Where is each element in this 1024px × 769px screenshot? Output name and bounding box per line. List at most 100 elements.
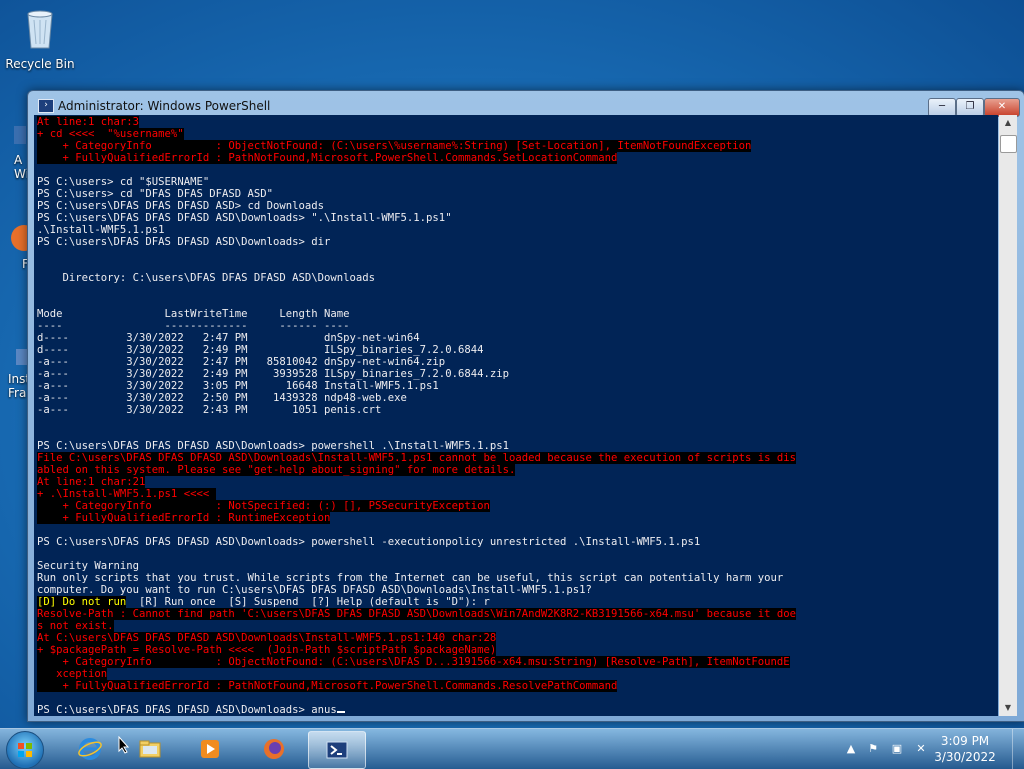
- console-error-text: + $packagePath = Resolve-Path <<<< (Join…: [37, 644, 497, 656]
- console-text-span: PS C:\users\DFAS DFAS DFASD ASD\Download…: [37, 536, 701, 548]
- console-line: PS C:\users\DFAS DFAS DFASD ASD\Download…: [37, 440, 995, 452]
- console-text-span: [R] Run once [S] Suspend [?] Help (defau…: [126, 596, 490, 608]
- console-error-text: + CategoryInfo : ObjectNotFound: (C:\use…: [37, 656, 790, 668]
- installer-icon: [16, 349, 30, 365]
- folder-icon: [139, 740, 161, 758]
- taskbar-button-internet-explorer[interactable]: [62, 731, 118, 767]
- console-text-span: [37, 284, 43, 296]
- console-text-span: d---- 3/30/2022 2:47 PM dnSpy-net-win64: [37, 332, 420, 344]
- console-line: Run only scripts that you trust. While s…: [37, 572, 995, 584]
- desktop-icon-recycle-bin[interactable]: Recycle Bin: [0, 6, 80, 71]
- console-error-text: At line:1 char:3: [37, 116, 140, 128]
- console-text-span: PS C:\users> cd "DFAS DFAS DFASD ASD": [37, 188, 273, 200]
- console-text-span: PS C:\users\DFAS DFAS DFASD ASD\Download…: [37, 212, 452, 224]
- console-output[interactable]: At line:1 char:3 + cd <<<< "%username%" +…: [34, 115, 998, 716]
- console-error-text: + FullyQualifiedErrorId : PathNotFound,M…: [37, 152, 618, 164]
- console-line: PS C:\users\DFAS DFAS DFASD ASD\Download…: [37, 212, 995, 224]
- console-line: + CategoryInfo : NotSpecified: (:) [], P…: [37, 500, 995, 512]
- console-line: [37, 428, 995, 440]
- console-error-text: s not exist.: [37, 620, 114, 632]
- console-line: computer. Do you want to run C:\users\DF…: [37, 584, 995, 596]
- powershell-window[interactable]: › Administrator: Windows PowerShell ─ ❐ …: [27, 90, 1024, 722]
- console-error-text: abled on this system. Please see "get-he…: [37, 464, 516, 476]
- show-hidden-icons-icon[interactable]: ▲: [844, 742, 858, 756]
- console-line: xception: [37, 668, 995, 680]
- console-line: + .\Install-WMF5.1.ps1 <<<<: [37, 488, 995, 500]
- console-line: At line:1 char:21: [37, 476, 995, 488]
- console-line: d---- 3/30/2022 2:49 PM ILSpy_binaries_7…: [37, 344, 995, 356]
- taskbar-button-media-player[interactable]: [182, 731, 238, 767]
- console-line: + FullyQualifiedErrorId : PathNotFound,M…: [37, 152, 995, 164]
- show-desktop-button[interactable]: [1012, 729, 1024, 769]
- console-line: Security Warning: [37, 560, 995, 572]
- console-error-text: xception: [37, 668, 108, 680]
- console-line: Mode LastWriteTime Length Name: [37, 308, 995, 320]
- console-line: [37, 296, 995, 308]
- network-icon[interactable]: ▣: [890, 742, 904, 756]
- console-text-span: PS C:\users\DFAS DFAS DFASD ASD\Download…: [37, 440, 509, 452]
- desktop-icon-label: Inst Fra: [8, 372, 30, 400]
- scroll-up-arrow-icon[interactable]: ▲: [999, 115, 1017, 131]
- console-line: PS C:\users> cd "DFAS DFAS DFASD ASD": [37, 188, 995, 200]
- console-line: + CategoryInfo : ObjectNotFound: (C:\use…: [37, 656, 995, 668]
- powershell-icon: ›: [38, 99, 54, 113]
- console-text-span: PS C:\users\DFAS DFAS DFASD ASD> cd Down…: [37, 200, 325, 212]
- console-error-text: + CategoryInfo : ObjectNotFound: (C:\use…: [37, 140, 752, 152]
- console-text-span: -a--- 3/30/2022 2:50 PM 1439328 ndp48-we…: [37, 392, 407, 404]
- console-line: [37, 416, 995, 428]
- console-text-span: ---- ------------- ------ ----: [37, 320, 350, 332]
- console-line: + FullyQualifiedErrorId : RuntimeExcepti…: [37, 512, 995, 524]
- console-line: + cd <<<< "%username%": [37, 128, 995, 140]
- text-cursor: [336, 711, 345, 713]
- console-text-span: [37, 260, 43, 272]
- scroll-thumb[interactable]: [1000, 135, 1017, 153]
- console-text-span: PS C:\users> cd "$USERNAME": [37, 176, 210, 188]
- console-text: At line:1 char:3 + cd <<<< "%username%" +…: [34, 115, 998, 716]
- taskbar-button-powershell[interactable]: [308, 731, 366, 769]
- console-line: [37, 248, 995, 260]
- volume-muted-icon[interactable]: ✕: [914, 742, 928, 756]
- recycle-bin-icon: [27, 10, 53, 49]
- console-error-text: At C:\users\DFAS DFAS DFASD ASD\Download…: [37, 632, 497, 644]
- console-line: At line:1 char:3: [37, 116, 995, 128]
- console-text-span: Security Warning: [37, 560, 140, 572]
- firefox-icon: [11, 225, 30, 251]
- scroll-down-arrow-icon[interactable]: ▼: [999, 700, 1017, 716]
- console-line: [37, 524, 995, 536]
- start-button[interactable]: [6, 731, 44, 769]
- internet-explorer-icon: [78, 738, 102, 760]
- console-error-text: Resolve-Path : Cannot find path 'C:\user…: [37, 608, 796, 620]
- console-text-span: [37, 692, 43, 704]
- mouse-pointer-icon: [118, 736, 130, 754]
- console-line: .\Install-WMF5.1.ps1: [37, 224, 995, 236]
- console-line: [D] Do not run [R] Run once [S] Suspend …: [37, 596, 995, 608]
- desktop-icon-partial-app[interactable]: A Wi: [0, 120, 30, 181]
- vertical-scrollbar[interactable]: ▲ ▼: [999, 115, 1017, 716]
- taskbar-button-windows-explorer[interactable]: [122, 731, 178, 767]
- console-line: [37, 284, 995, 296]
- console-error-text: + .\Install-WMF5.1.ps1 <<<<: [37, 488, 216, 500]
- console-line: PS C:\users\DFAS DFAS DFASD ASD> cd Down…: [37, 200, 995, 212]
- taskbar-button-firefox[interactable]: [246, 731, 302, 767]
- console-error-text: + FullyQualifiedErrorId : PathNotFound,M…: [37, 680, 618, 692]
- desktop-icon-partial-installer[interactable]: Inst Fra: [0, 345, 30, 400]
- window-title: Administrator: Windows PowerShell: [58, 99, 271, 113]
- console-error-text: At line:1 char:21: [37, 476, 146, 488]
- media-player-icon: [201, 740, 219, 758]
- console-text-span: Mode LastWriteTime Length Name: [37, 308, 350, 320]
- clock[interactable]: 3:09 PM 3/30/2022: [930, 733, 1000, 765]
- console-error-text: + cd <<<< "%username%": [37, 128, 184, 140]
- console-line: d---- 3/30/2022 2:47 PM dnSpy-net-win64: [37, 332, 995, 344]
- console-line: s not exist.: [37, 620, 995, 632]
- desktop-icon-label: F: [22, 257, 29, 271]
- action-center-flag-icon[interactable]: ⚑: [866, 742, 880, 756]
- console-line: + FullyQualifiedErrorId : PathNotFound,M…: [37, 680, 995, 692]
- console-text-span: [37, 296, 43, 308]
- console-line: Directory: C:\users\DFAS DFAS DFASD ASD\…: [37, 272, 995, 284]
- console-text-span: .\Install-WMF5.1.ps1: [37, 224, 165, 236]
- desktop-icon-label: Recycle Bin: [5, 57, 75, 71]
- console-text-span: -a--- 3/30/2022 2:47 PM 85810042 dnSpy-n…: [37, 356, 446, 368]
- desktop-icon-partial-firefox[interactable]: F: [0, 220, 30, 271]
- windows-logo-icon: [18, 743, 32, 757]
- console-line: -a--- 3/30/2022 3:05 PM 16648 Install-WM…: [37, 380, 995, 392]
